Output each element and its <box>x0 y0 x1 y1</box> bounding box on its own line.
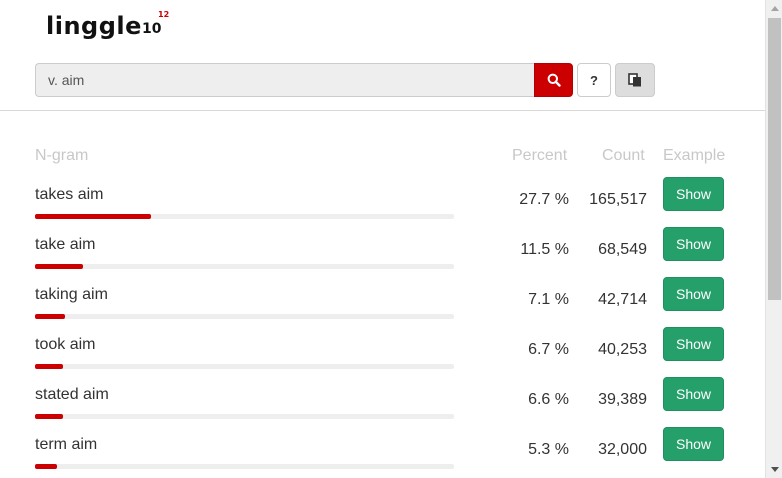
table-row: take aim 11.5 % 68,549 Show <box>0 227 765 286</box>
frequency-bar <box>35 414 454 419</box>
count-value: 165,517 <box>589 191 647 208</box>
help-button[interactable]: ? <box>577 63 611 97</box>
percent-value: 5.3 % <box>528 441 569 458</box>
frequency-bar-fill <box>35 264 84 269</box>
frequency-bar-fill <box>35 414 63 419</box>
search-icon <box>547 73 561 87</box>
percent-value: 6.7 % <box>528 341 569 358</box>
count-value: 39,389 <box>598 391 647 408</box>
frequency-bar-fill <box>35 464 58 469</box>
linggle-logo[interactable]: linggle 10 12 <box>46 10 169 46</box>
count-value: 32,000 <box>598 441 647 458</box>
frequency-bar-fill <box>35 364 64 369</box>
column-header-percent[interactable]: Percent <box>512 147 567 165</box>
percent-value: 6.6 % <box>528 391 569 408</box>
count-value: 68,549 <box>598 241 647 258</box>
count-value: 40,253 <box>598 341 647 358</box>
column-header-example: Example <box>663 147 726 164</box>
logo-ten: 10 <box>142 21 162 37</box>
frequency-bar <box>35 264 454 269</box>
scroll-up-button[interactable] <box>766 0 782 17</box>
logo-exponent: 12 <box>158 10 170 19</box>
percent-value: 11.5 % <box>520 241 569 258</box>
arrow-down-icon <box>770 467 779 472</box>
ngram-text[interactable]: taking aim <box>35 286 108 304</box>
table-row: term aim 5.3 % 32,000 Show <box>0 427 765 478</box>
column-header-count[interactable]: Count <box>602 147 645 165</box>
show-example-button[interactable]: Show <box>663 227 724 261</box>
show-example-button[interactable]: Show <box>663 377 724 411</box>
header-divider <box>0 110 765 111</box>
table-row: stated aim 6.6 % 39,389 Show <box>0 377 765 436</box>
question-icon: ? <box>590 72 598 88</box>
ngram-text[interactable]: take aim <box>35 236 95 254</box>
ngram-text[interactable]: took aim <box>35 336 95 354</box>
clipboard-icon <box>628 73 641 87</box>
copy-button[interactable] <box>615 63 655 97</box>
search-input[interactable] <box>35 63 535 97</box>
arrow-up-icon <box>770 6 779 11</box>
table-row: taking aim 7.1 % 42,714 Show <box>0 277 765 336</box>
table-row: takes aim 27.7 % 165,517 Show <box>0 177 765 236</box>
frequency-bar <box>35 214 454 219</box>
show-example-button[interactable]: Show <box>663 427 724 461</box>
frequency-bar <box>35 364 454 369</box>
column-header-ngram[interactable]: N-gram <box>35 147 88 165</box>
ngram-text[interactable]: term aim <box>35 436 97 454</box>
scrollbar-thumb[interactable] <box>768 18 781 300</box>
show-example-button[interactable]: Show <box>663 277 724 311</box>
percent-value: 7.1 % <box>528 291 569 308</box>
vertical-scrollbar[interactable] <box>765 0 782 478</box>
percent-value: 27.7 % <box>519 191 569 208</box>
frequency-bar <box>35 464 454 469</box>
scroll-down-button[interactable] <box>766 461 782 478</box>
logo-wordmark: linggle <box>46 12 142 40</box>
frequency-bar-fill <box>35 314 65 319</box>
search-button[interactable] <box>534 63 573 97</box>
frequency-bar <box>35 314 454 319</box>
count-value: 42,714 <box>598 291 647 308</box>
frequency-bar-fill <box>35 214 152 219</box>
show-example-button[interactable]: Show <box>663 177 724 211</box>
ngram-text[interactable]: stated aim <box>35 386 109 404</box>
table-row: took aim 6.7 % 40,253 Show <box>0 327 765 386</box>
show-example-button[interactable]: Show <box>663 327 724 361</box>
ngram-text[interactable]: takes aim <box>35 186 103 204</box>
